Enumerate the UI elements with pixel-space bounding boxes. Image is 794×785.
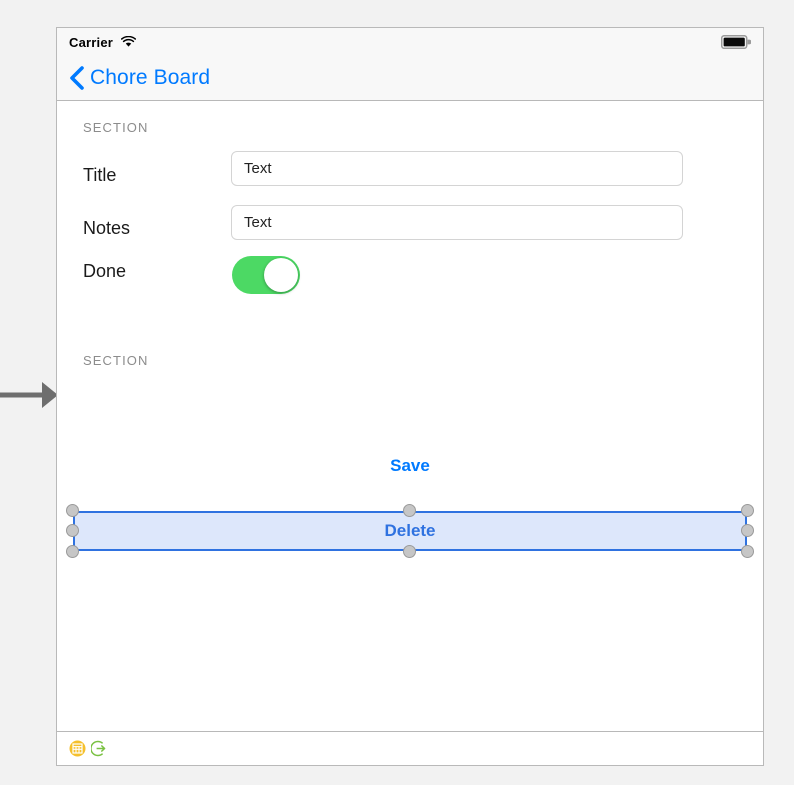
resize-handle-top-center[interactable]: [403, 504, 416, 517]
resize-handle-middle-right[interactable]: [741, 524, 754, 537]
title-text-field[interactable]: Text: [231, 151, 683, 186]
scene-dock-bar: [57, 731, 763, 764]
view-controller-scene: Carrier Chore Board SECTION Title Text N…: [56, 27, 764, 766]
exit-segue-icon[interactable]: [91, 740, 108, 757]
section-header-1: SECTION: [83, 120, 149, 135]
save-button[interactable]: Save: [57, 456, 763, 476]
title-row-label: Title: [83, 165, 117, 185]
resize-handle-bottom-right[interactable]: [741, 545, 754, 558]
table-view-content: SECTION Title Text Notes Text Done SECTI…: [57, 101, 763, 764]
toggle-knob: [264, 258, 298, 292]
resize-handle-top-right[interactable]: [741, 504, 754, 517]
nav-title[interactable]: Chore Board: [90, 66, 210, 90]
navigation-bar: Chore Board: [57, 56, 763, 101]
wifi-icon: [121, 36, 137, 48]
section-header-2: SECTION: [83, 353, 149, 368]
screenshot-root: Carrier Chore Board SECTION Title Text N…: [0, 0, 794, 785]
resize-handle-middle-left[interactable]: [66, 524, 79, 537]
done-toggle-switch[interactable]: [232, 256, 300, 294]
status-bar: Carrier: [57, 28, 763, 56]
battery-full-icon: [720, 34, 752, 54]
chevron-left-icon[interactable]: [69, 65, 85, 91]
carrier-label: Carrier: [69, 34, 114, 50]
right-arrow-annotation: [0, 372, 62, 418]
resize-handle-bottom-left[interactable]: [66, 545, 79, 558]
done-row-label: Done: [83, 261, 127, 281]
delete-button-selection: Delete: [66, 504, 754, 558]
notes-row-label: Notes: [83, 218, 131, 238]
resize-handle-top-left[interactable]: [66, 504, 79, 517]
notes-text-field[interactable]: Text: [231, 205, 683, 240]
resize-handle-bottom-center[interactable]: [403, 545, 416, 558]
view-controller-icon[interactable]: [69, 740, 86, 757]
